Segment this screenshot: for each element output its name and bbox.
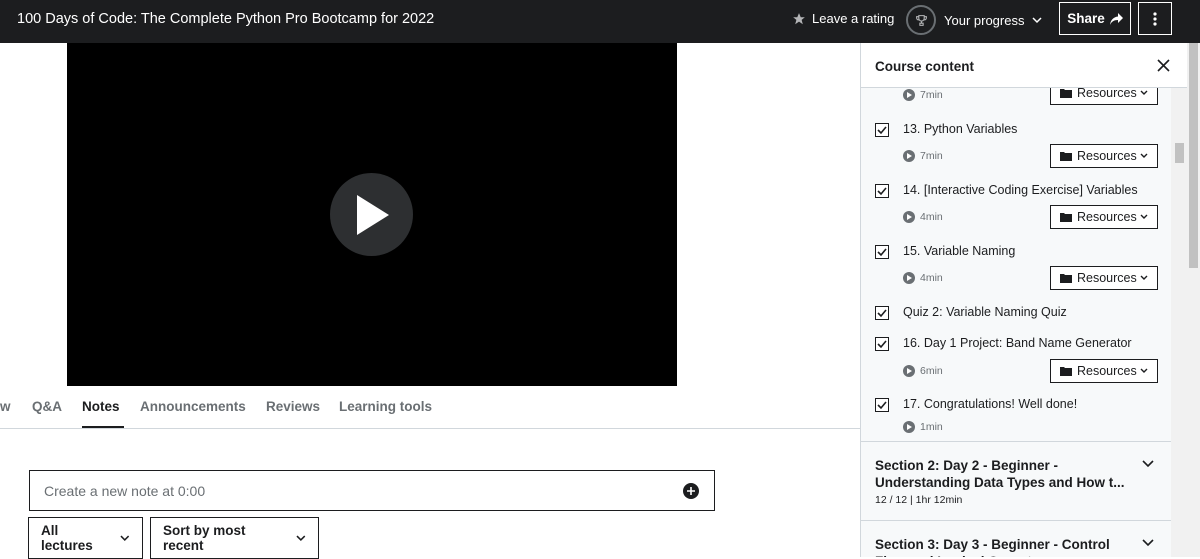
progress-ring — [906, 5, 936, 35]
all-lectures-dropdown[interactable]: All lectures — [28, 517, 143, 559]
tab-reviews[interactable]: Reviews — [266, 399, 320, 414]
completed-checkbox[interactable] — [875, 337, 889, 351]
tab-announcements[interactable]: Announcements — [140, 399, 246, 414]
video-area — [0, 43, 860, 386]
lecture-tabs: w Q&A Notes Announcements Reviews Learni… — [0, 386, 860, 429]
lecture-duration: 1min — [903, 421, 943, 433]
share-arrow-icon — [1109, 12, 1123, 25]
section-header[interactable]: Section 2: Day 2 - Beginner - Understand… — [861, 441, 1171, 521]
lecture-title: 15. Variable Naming — [903, 244, 1016, 258]
share-label: Share — [1067, 11, 1105, 26]
lecture-duration: 6min — [903, 365, 943, 377]
share-button[interactable]: Share — [1059, 2, 1131, 35]
your-progress-button[interactable]: Your progress — [906, 5, 1042, 35]
star-icon — [793, 12, 805, 24]
page-scroll-thumb[interactable] — [1189, 43, 1198, 268]
completed-checkbox[interactable] — [875, 245, 889, 259]
add-note-icon[interactable] — [683, 483, 699, 499]
folder-icon — [1060, 213, 1072, 222]
trophy-icon — [915, 14, 927, 26]
chevron-down-icon — [1140, 275, 1148, 280]
create-note-input[interactable]: Create a new note at 0:00 — [29, 470, 715, 511]
chevron-down-icon — [296, 535, 306, 542]
lecture-duration: 4min — [903, 211, 943, 223]
course-content-sidebar: 7min Resources 13. Python Variables 7min… — [860, 43, 1187, 557]
sidebar-header: Course content — [861, 43, 1187, 88]
more-options-button[interactable] — [1138, 2, 1172, 35]
course-content-list: 7min Resources 13. Python Variables 7min… — [861, 43, 1187, 557]
all-lectures-label: All lectures — [41, 523, 93, 553]
chevron-down-icon — [1140, 214, 1148, 219]
sidebar-scrollbar[interactable] — [1171, 88, 1187, 557]
your-progress-label: Your progress — [944, 12, 1025, 28]
sidebar-scroll-thumb[interactable] — [1175, 143, 1184, 163]
section-title: Section 2: Day 2 - Beginner - Understand… — [875, 458, 1125, 490]
list-item[interactable]: 17. Congratulations! Well done! 1min — [861, 385, 1171, 441]
play-circle-icon — [903, 421, 915, 433]
play-circle-icon — [903, 150, 915, 162]
sidebar-title: Course content — [875, 59, 975, 74]
tab-learning-tools[interactable]: Learning tools — [339, 399, 432, 414]
completed-checkbox[interactable] — [875, 123, 889, 137]
resources-button[interactable]: Resources — [1050, 205, 1158, 229]
folder-icon — [1060, 274, 1072, 283]
page-scrollbar[interactable] — [1187, 43, 1200, 557]
list-item[interactable]: 16. Day 1 Project: Band Name Generator 6… — [861, 324, 1171, 385]
section-header[interactable]: Section 3: Day 3 - Beginner - Control Fl… — [861, 520, 1171, 557]
create-note-placeholder: Create a new note at 0:00 — [44, 482, 206, 499]
section-title: Section 3: Day 3 - Beginner - Control Fl… — [875, 537, 1110, 557]
play-button[interactable] — [330, 173, 413, 256]
lecture-duration: 7min — [903, 89, 943, 101]
play-circle-icon — [903, 272, 915, 284]
completed-checkbox[interactable] — [875, 398, 889, 412]
video-player[interactable] — [67, 43, 677, 386]
completed-checkbox[interactable] — [875, 184, 889, 198]
completed-checkbox[interactable] — [875, 306, 889, 320]
folder-icon — [1060, 152, 1072, 161]
play-icon — [356, 194, 389, 235]
list-item: 7min Resources — [861, 81, 1171, 110]
folder-icon — [1060, 89, 1072, 98]
folder-icon — [1060, 367, 1072, 376]
lecture-title: 16. Day 1 Project: Band Name Generator — [903, 336, 1132, 350]
close-icon[interactable] — [1157, 59, 1170, 72]
top-bar: 100 Days of Code: The Complete Python Pr… — [0, 0, 1200, 43]
lecture-title: 14. [Interactive Coding Exercise] Variab… — [903, 183, 1138, 197]
lecture-title: 17. Congratulations! Well done! — [903, 397, 1078, 411]
tab-overview[interactable]: w — [0, 399, 11, 414]
lecture-duration: 7min — [903, 150, 943, 162]
section-meta: 12 / 12 | 1hr 12min — [875, 494, 963, 506]
play-circle-icon — [903, 89, 915, 101]
list-item[interactable]: Quiz 2: Variable Naming Quiz — [861, 293, 1171, 325]
list-item[interactable]: 13. Python Variables 7min Resources — [861, 110, 1171, 171]
resources-button[interactable]: Resources — [1050, 359, 1158, 383]
chevron-down-icon — [1142, 539, 1154, 547]
chevron-down-icon — [1032, 17, 1042, 24]
tab-qa[interactable]: Q&A — [32, 399, 62, 414]
play-circle-icon — [903, 211, 915, 223]
chevron-down-icon — [120, 535, 130, 541]
play-circle-icon — [903, 365, 915, 377]
resources-button[interactable]: Resources — [1050, 266, 1158, 290]
list-item[interactable]: 14. [Interactive Coding Exercise] Variab… — [861, 171, 1171, 232]
lecture-title: Quiz 2: Variable Naming Quiz — [903, 305, 1067, 319]
tab-notes[interactable]: Notes — [82, 399, 123, 428]
list-item[interactable]: 15. Variable Naming 4min Resources — [861, 232, 1171, 293]
chevron-down-icon — [1142, 460, 1154, 468]
leave-rating-button[interactable]: Leave a rating — [792, 11, 894, 26]
kebab-menu-icon — [1153, 11, 1157, 26]
chevron-down-icon — [1140, 368, 1148, 373]
sort-label: Sort by most recent — [163, 523, 246, 553]
course-title[interactable]: 100 Days of Code: The Complete Python Pr… — [17, 11, 434, 27]
lecture-duration: 4min — [903, 272, 943, 284]
chevron-down-icon — [1140, 90, 1148, 95]
chevron-down-icon — [1140, 153, 1148, 158]
resources-button[interactable]: Resources — [1050, 144, 1158, 168]
sort-dropdown[interactable]: Sort by most recent — [150, 517, 319, 559]
leave-rating-label: Leave a rating — [812, 11, 895, 26]
lecture-title: 13. Python Variables — [903, 122, 1018, 136]
